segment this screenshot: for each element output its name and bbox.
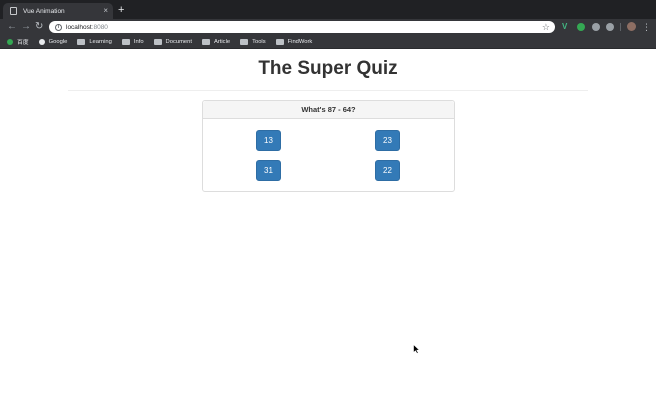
answer-button[interactable]: 31 <box>256 160 281 181</box>
bookmark-item[interactable]: Article <box>201 38 231 45</box>
vue-devtools-icon[interactable]: V <box>562 21 567 32</box>
url-host: localhost <box>66 23 92 31</box>
bookmark-item[interactable]: Info <box>121 38 144 45</box>
bookmark-item[interactable]: 百度 <box>7 37 29 46</box>
bookmark-label: 百度 <box>17 40 29 46</box>
answer-button[interactable]: 13 <box>256 130 281 151</box>
reload-icon[interactable]: ↻ <box>35 20 43 34</box>
profile-avatar-icon[interactable] <box>627 22 636 31</box>
google-icon <box>38 38 45 45</box>
folder-icon <box>153 38 162 45</box>
browser-tab[interactable]: Vue Animation × <box>3 3 113 19</box>
extension-icon[interactable] <box>592 23 600 31</box>
browser-toolbar: ← → ↻ i localhost:8080 ☆ V ⋮ <box>0 19 656 35</box>
extension-icon[interactable] <box>606 23 614 31</box>
address-bar[interactable]: i localhost:8080 ☆ <box>49 21 555 33</box>
tab-close-icon[interactable]: × <box>103 6 108 15</box>
mouse-cursor-icon <box>413 344 421 354</box>
bookmark-label: Learning <box>89 38 112 45</box>
new-tab-button[interactable]: + <box>118 3 124 17</box>
baidu-icon <box>7 38 13 45</box>
page-title: The Super Quiz <box>258 58 398 79</box>
extension-icon[interactable] <box>577 23 585 31</box>
bookmark-label: Info <box>133 38 144 45</box>
folder-icon <box>77 38 86 45</box>
bookmark-star-icon[interactable]: ☆ <box>542 21 550 33</box>
menu-icon[interactable]: ⋮ <box>642 20 651 34</box>
divider <box>68 90 588 91</box>
bookmarks-bar: 百度 Google Learning Info Document Article… <box>0 35 656 49</box>
answer-button[interactable]: 23 <box>375 130 400 151</box>
tab-title: Vue Animation <box>23 7 65 15</box>
bookmark-label: Google <box>48 38 68 45</box>
folder-icon <box>240 38 249 45</box>
info-icon[interactable]: i <box>55 23 62 31</box>
url-port: :8080 <box>91 23 108 31</box>
browser-tab-strip: Vue Animation × + <box>0 0 656 19</box>
bookmark-item[interactable]: Document <box>153 38 192 45</box>
forward-icon[interactable]: → <box>21 20 31 34</box>
folder-icon <box>275 38 284 45</box>
page-icon <box>10 7 17 15</box>
folder-icon <box>121 38 130 45</box>
toolbar-divider <box>620 23 621 31</box>
bookmark-label: Document <box>165 38 192 45</box>
folder-icon <box>201 38 210 45</box>
bookmark-label: Tools <box>252 38 266 45</box>
back-icon[interactable]: ← <box>7 20 17 34</box>
bookmark-label: Article <box>213 38 231 45</box>
answer-button[interactable]: 22 <box>375 160 400 181</box>
bookmark-item[interactable]: Learning <box>77 38 112 45</box>
bookmark-label: FindWork <box>287 38 313 45</box>
bookmark-item[interactable]: Google <box>38 38 68 45</box>
question-text: What's 87 - 64? <box>203 101 454 119</box>
bookmark-item[interactable]: Tools <box>240 38 266 45</box>
question-panel: What's 87 - 64? 13 23 31 22 <box>202 100 455 192</box>
bookmark-item[interactable]: FindWork <box>275 38 313 45</box>
